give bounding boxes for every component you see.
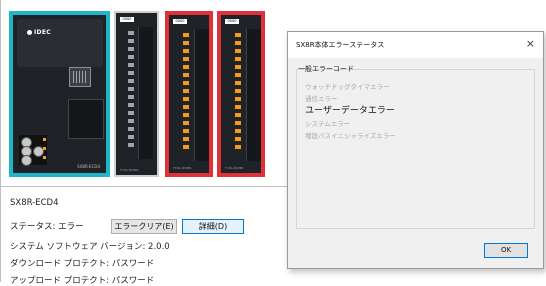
- cpu-model-label: SX8R-ECD4: [77, 164, 100, 169]
- firmware-version: システム ソフトウェア バージョン: 2.0.0: [10, 242, 170, 252]
- io-module-header: 0000: [225, 19, 239, 24]
- dialog-title: SX8R本体エラーステータス: [296, 41, 385, 49]
- close-icon[interactable]: ×: [526, 38, 535, 50]
- error-item-bus-init: 増設バスイニシャライズエラー: [305, 132, 396, 140]
- io-led-strip: [128, 31, 134, 151]
- power-terminal-block: [19, 135, 47, 166]
- error-item-system: システムエラー: [305, 120, 351, 128]
- details-button[interactable]: 詳細(D): [182, 219, 244, 234]
- module-name: SX8R-ECD4: [10, 198, 59, 208]
- error-item-communication: 通信エラー: [305, 95, 338, 103]
- download-protect: ダウンロード プロテクト: パスワード: [10, 259, 155, 269]
- cartridge-slot: [68, 99, 104, 139]
- io-module-3[interactable]: 0000 FC8A-N08B1: [217, 11, 265, 177]
- io-module-foot: FC8A-N08B1: [173, 166, 192, 170]
- io-led-strip: [183, 33, 189, 153]
- io-led-strip: [235, 33, 241, 153]
- io-module-header: 0000: [120, 17, 134, 22]
- io-terminal-block: [246, 29, 261, 161]
- io-module-foot: FC8A-N08B1: [225, 166, 244, 170]
- error-clear-button[interactable]: エラークリア(E): [111, 219, 177, 234]
- ok-button[interactable]: OK: [484, 243, 528, 258]
- idec-logo: IDEC: [27, 29, 51, 36]
- io-module-2[interactable]: 0000 FC8A-N08B1: [165, 11, 213, 177]
- io-module-foot: FC8A-N08B1: [120, 168, 139, 172]
- upload-protect: アップロード プロテクト: パスワード: [10, 276, 155, 286]
- error-status-dialog: SX8R本体エラーステータス × 一般エラーコード ウォッチドッグタイマエラー …: [287, 31, 544, 269]
- dialog-titlebar: SX8R本体エラーステータス ×: [288, 32, 543, 58]
- cpu-module[interactable]: IDEC SX8R-ECD4: [9, 11, 110, 177]
- group-title: 一般エラーコード: [298, 65, 354, 73]
- cpu-top-panel: IDEC: [17, 19, 103, 67]
- io-module-1[interactable]: 0000 FC8A-N08B1: [114, 11, 159, 177]
- error-item-watchdog: ウォッチドッグタイマエラー: [305, 83, 390, 91]
- error-item-user-data: ユーザーデータエラー: [305, 106, 395, 116]
- io-terminal-block: [194, 29, 209, 161]
- io-module-header: 0000: [173, 19, 187, 24]
- ethernet-port: [69, 67, 91, 87]
- status-text: ステータス: エラー: [10, 222, 84, 232]
- io-terminal-block: [138, 27, 153, 159]
